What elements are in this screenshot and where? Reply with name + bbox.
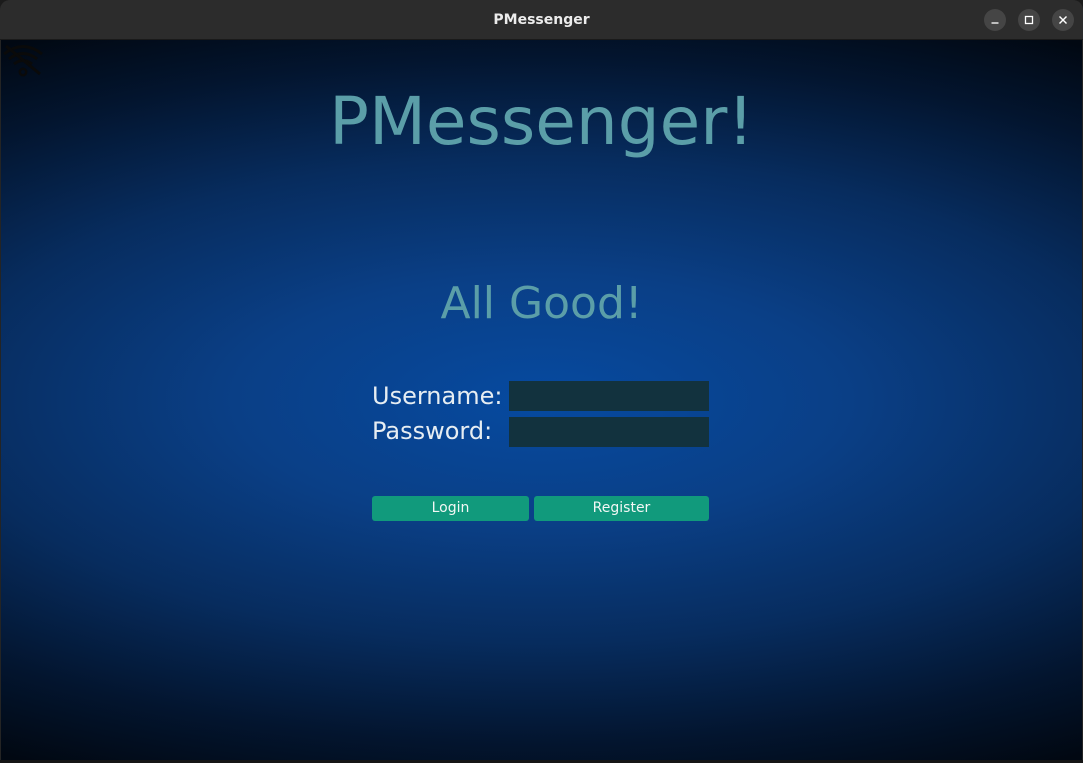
close-button[interactable] bbox=[1052, 9, 1074, 31]
title-bar[interactable]: PMessenger bbox=[0, 0, 1083, 40]
minimize-button[interactable] bbox=[984, 9, 1006, 31]
status-message: All Good! bbox=[440, 278, 643, 329]
app-window: PMessenger PMessenger! All Good! Usernam… bbox=[0, 0, 1083, 763]
password-label: Password: bbox=[372, 417, 493, 445]
login-button[interactable]: Login bbox=[372, 496, 529, 521]
maximize-button[interactable] bbox=[1018, 9, 1040, 31]
minimize-icon bbox=[991, 22, 999, 24]
main-content: PMessenger! All Good! Username: Password… bbox=[1, 40, 1082, 760]
window-title: PMessenger bbox=[493, 12, 590, 28]
password-field[interactable] bbox=[509, 417, 709, 447]
username-field[interactable] bbox=[509, 381, 709, 411]
close-icon bbox=[1059, 16, 1067, 24]
app-heading: PMessenger! bbox=[329, 83, 754, 160]
register-button[interactable]: Register bbox=[534, 496, 709, 521]
wifi-off-icon bbox=[3, 44, 43, 77]
username-label: Username: bbox=[372, 382, 503, 410]
maximize-icon bbox=[1024, 15, 1034, 25]
